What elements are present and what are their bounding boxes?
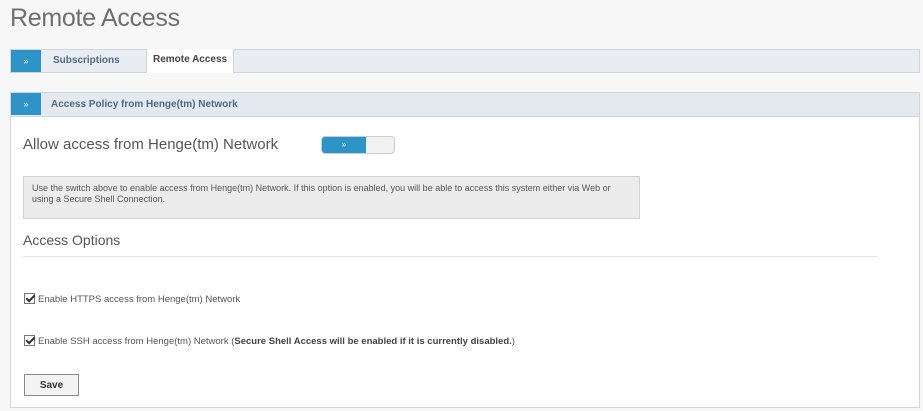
https-checkbox[interactable] xyxy=(24,293,35,304)
page-title: Remote Access xyxy=(10,4,180,32)
https-option: Enable HTTPS access from Henge(tm) Netwo… xyxy=(24,293,240,307)
double-chevron-right-icon[interactable]: » xyxy=(11,93,41,115)
ssh-option-note: Secure Shell Access will be enabled if i… xyxy=(234,336,512,347)
allow-access-label: Allow access from Henge(tm) Network xyxy=(23,136,279,153)
divider xyxy=(23,256,878,257)
toggle-on-indicator: » xyxy=(322,137,366,153)
ssh-option: Enable SSH access from Henge(tm) Network… xyxy=(24,335,515,349)
allow-access-row: Allow access from Henge(tm) Network » xyxy=(23,134,395,156)
save-button[interactable]: Save xyxy=(24,374,79,396)
access-policy-panel: » Access Policy from Henge(tm) Network A… xyxy=(10,92,920,408)
panel-header: » Access Policy from Henge(tm) Network xyxy=(11,93,919,117)
allow-access-toggle[interactable]: » xyxy=(321,136,395,154)
tab-remote-access[interactable]: Remote Access xyxy=(146,49,235,73)
ssh-option-suffix: ) xyxy=(511,336,515,347)
ssh-checkbox[interactable] xyxy=(24,335,35,346)
https-option-label[interactable]: Enable HTTPS access from Henge(tm) Netwo… xyxy=(38,294,240,305)
double-chevron-right-icon[interactable]: » xyxy=(11,50,41,72)
access-options-title: Access Options xyxy=(23,232,121,248)
tab-subscriptions[interactable]: Subscriptions xyxy=(47,50,126,72)
ssh-option-label[interactable]: Enable SSH access from Henge(tm) Network… xyxy=(38,336,234,347)
help-text: Use the switch above to enable access fr… xyxy=(23,176,640,219)
tab-bar: » Subscriptions Remote Access xyxy=(10,49,920,73)
panel-title: Access Policy from Henge(tm) Network xyxy=(51,99,238,110)
